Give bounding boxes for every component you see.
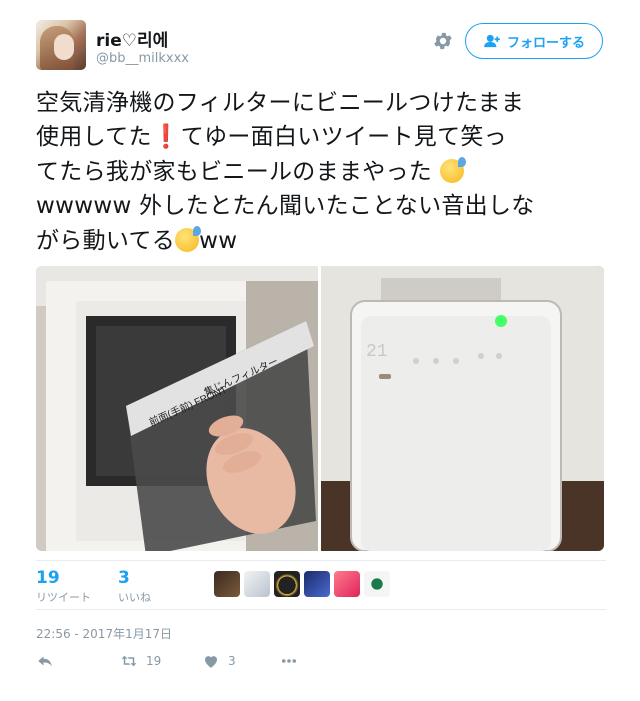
gear-icon[interactable] — [432, 30, 454, 52]
display-name[interactable]: rie♡리에 — [96, 26, 168, 51]
retweet-stat[interactable]: 19 リツイート — [36, 569, 91, 605]
retweet-label: リツイート — [36, 591, 91, 604]
reply-button[interactable] — [36, 652, 54, 670]
retweet-button[interactable]: 19 — [120, 652, 161, 670]
heart-icon — [205, 656, 217, 668]
retweet-action-count: 19 — [146, 654, 162, 668]
like-button[interactable]: 3 — [202, 652, 236, 670]
tweet-text: 空気清浄機のフィルターにビニールつけたまま 使用してた❗てゆー面白いツイート見て… — [36, 86, 606, 258]
like-action-count: 3 — [228, 654, 236, 668]
sweat-smile-emoji — [175, 225, 202, 252]
tweet-line-4: wwwww 外したとたん聞いたことない音出しな — [36, 193, 535, 220]
tears-of-joy-emoji — [439, 156, 466, 183]
avatar-face — [54, 34, 74, 60]
more-icon — [281, 659, 297, 663]
like-stat[interactable]: 3 いいね — [118, 569, 151, 605]
follow-button-label: フォローする — [506, 34, 585, 50]
tweet-stats: 19 リツイート 3 いいね — [36, 560, 606, 610]
tweet-line-5: がら動いてる ww — [36, 225, 238, 254]
more-button[interactable] — [280, 652, 298, 670]
exclamation-emoji: ❗ — [151, 124, 181, 151]
tweet-line-1: 空気清浄機のフィルターにビニールつけたまま — [36, 90, 525, 116]
avatar[interactable] — [36, 20, 86, 70]
tweet-line-2: 使用してた❗てゆー面白いツイート見て笑っ — [36, 124, 507, 151]
tweet-timestamp[interactable]: 22:56 - 2017年1月17日 — [36, 625, 172, 642]
tweet-line-3: てたら我が家もビニールのままやった — [36, 155, 606, 189]
add-user-icon — [484, 34, 500, 48]
liker-avatar[interactable] — [364, 571, 390, 597]
photo-purifier-image: 21 — [321, 266, 604, 551]
follow-button[interactable]: フォローする — [465, 23, 603, 59]
tweet-actions: 19 3 — [36, 652, 336, 676]
reply-icon — [38, 656, 52, 667]
retweet-count: 19 — [36, 568, 60, 588]
photo-filter[interactable]: 前面(手前) FRONT 集じんフィルター — [36, 266, 318, 551]
retweet-icon — [121, 655, 137, 667]
media-grid: 前面(手前) FRONT 集じんフィルター 21 — [36, 266, 604, 551]
tweet-header: rie♡리에 @bb__milkxxx フォローする — [36, 20, 606, 76]
liker-avatar[interactable] — [304, 571, 330, 597]
screen-name[interactable]: @bb__milkxxx — [96, 51, 189, 66]
liker-avatar[interactable] — [334, 571, 360, 597]
like-count: 3 — [118, 568, 130, 588]
liker-avatar[interactable] — [214, 571, 240, 597]
like-label: いいね — [118, 591, 151, 604]
photo-filter-image: 前面(手前) FRONT 集じんフィルター — [36, 266, 318, 551]
purifier-display: 21 — [366, 342, 388, 362]
liker-avatar[interactable] — [244, 571, 270, 597]
photo-purifier[interactable]: 21 — [321, 266, 604, 551]
liker-avatars — [214, 571, 390, 597]
liker-avatar[interactable] — [274, 571, 300, 597]
